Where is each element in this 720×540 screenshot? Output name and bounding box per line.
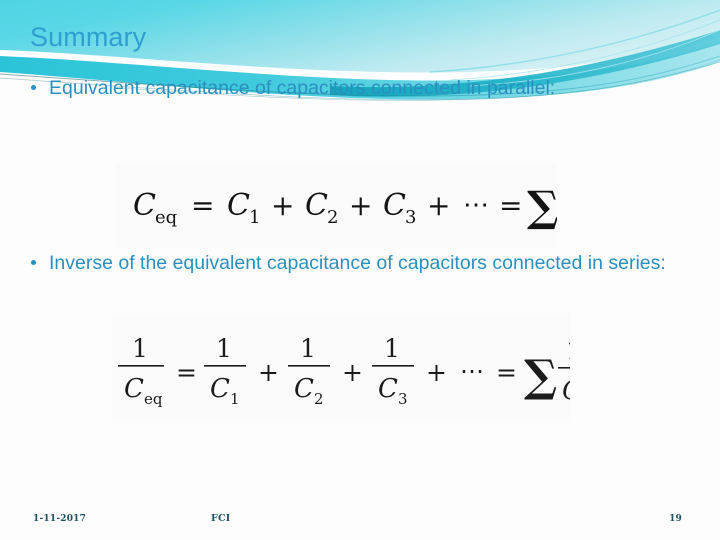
bullet-marker-icon — [31, 85, 36, 90]
bullet-item-series: Inverse of the equivalent capacitance of… — [0, 251, 720, 276]
svg-text:C: C — [133, 188, 156, 223]
svg-text:C: C — [210, 374, 230, 404]
formula-image-parallel: C eq = C 1 + C 2 + C 3 + ⋯ = ∑ C — [115, 163, 557, 248]
svg-text:C: C — [305, 188, 328, 223]
svg-text:C: C — [562, 376, 570, 406]
svg-text:1: 1 — [230, 390, 240, 408]
svg-text:eq: eq — [155, 207, 177, 228]
svg-text:⋯: ⋯ — [463, 190, 489, 220]
svg-text:=: = — [191, 189, 214, 222]
svg-text:+: + — [258, 358, 279, 387]
bullet-text-parallel: Equivalent capacitance of capacitors con… — [49, 77, 556, 99]
bullet-text-series: Inverse of the equivalent capacitance of… — [49, 252, 666, 274]
slide-footer: 1-11-2017 FCI 19 — [0, 494, 720, 540]
bullet-marker-icon — [31, 260, 36, 265]
svg-text:1: 1 — [132, 334, 148, 363]
svg-text:C: C — [227, 188, 250, 223]
svg-text:1: 1 — [216, 334, 232, 363]
svg-text:3: 3 — [398, 390, 408, 408]
svg-text:+: + — [342, 358, 363, 387]
svg-text:∑: ∑ — [527, 182, 557, 231]
svg-text:1: 1 — [249, 207, 260, 228]
footer-page-number: 19 — [669, 514, 682, 524]
formula-image-series: 1 C eq = 1 C 1 + 1 C 2 + 1 C 3 + ⋯ = ∑ — [112, 315, 570, 420]
svg-text:1: 1 — [384, 334, 400, 363]
footer-date: 1-11-2017 — [33, 514, 87, 524]
svg-text:C: C — [294, 374, 314, 404]
svg-text:C: C — [378, 374, 398, 404]
svg-text:C: C — [124, 374, 144, 404]
svg-text:1: 1 — [566, 336, 570, 365]
svg-text:C: C — [383, 188, 406, 223]
svg-text:2: 2 — [327, 207, 338, 228]
svg-text:+: + — [271, 189, 294, 222]
svg-text:∑: ∑ — [524, 351, 557, 402]
footer-label: FCI — [211, 513, 231, 524]
svg-text:⋯: ⋯ — [460, 357, 484, 385]
svg-text:=: = — [499, 189, 522, 222]
svg-text:+: + — [349, 189, 372, 222]
slide-canvas: Summary Equivalent capacitance of capaci… — [0, 0, 720, 540]
svg-text:2: 2 — [314, 390, 324, 408]
bullet-item-parallel: Equivalent capacitance of capacitors con… — [0, 76, 720, 101]
svg-text:+: + — [427, 189, 450, 222]
svg-text:+: + — [426, 358, 447, 387]
page-title: Summary — [30, 22, 147, 52]
svg-text:3: 3 — [405, 207, 416, 228]
svg-text:1: 1 — [300, 334, 316, 363]
svg-text:=: = — [176, 358, 197, 387]
svg-text:=: = — [496, 358, 517, 387]
svg-text:eq: eq — [144, 390, 163, 408]
